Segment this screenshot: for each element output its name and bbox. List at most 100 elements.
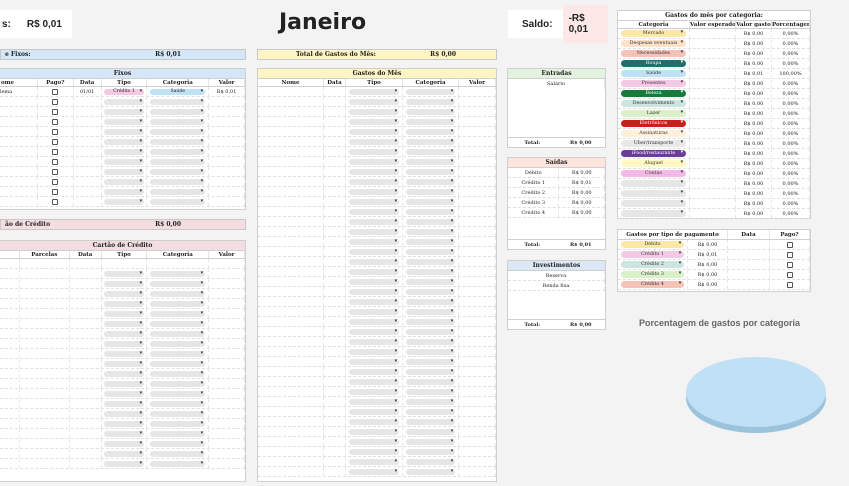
categoria-dropdown[interactable] [150, 148, 206, 155]
tipo-dropdown[interactable] [103, 128, 145, 135]
categoria-dropdown[interactable] [405, 128, 456, 135]
pago-checkbox[interactable] [52, 148, 59, 155]
categoria-dropdown[interactable] [405, 318, 456, 325]
tipo-dropdown[interactable] [103, 450, 145, 457]
tipo-dropdown[interactable] [348, 178, 400, 185]
tipo-dropdown[interactable] [348, 168, 400, 175]
tipo-dropdown[interactable] [103, 320, 145, 327]
tipo-dropdown[interactable] [103, 360, 145, 367]
categoria-dropdown[interactable] [405, 228, 456, 235]
categoria-dropdown[interactable] [150, 270, 206, 277]
categoria-dropdown[interactable] [405, 468, 456, 475]
pago-checkbox[interactable] [786, 281, 793, 288]
tipo-dropdown[interactable] [348, 88, 400, 95]
tipo-dropdown[interactable] [348, 338, 400, 345]
tipo-dropdown[interactable] [348, 318, 400, 325]
pago-checkbox[interactable] [52, 88, 59, 95]
tipo-dropdown[interactable] [103, 188, 145, 195]
categoria-dropdown[interactable] [150, 410, 206, 417]
pago-checkbox[interactable] [52, 158, 59, 165]
categoria-dropdown[interactable] [150, 320, 206, 327]
categoria-dropdown[interactable] [150, 360, 206, 367]
pago-checkbox[interactable] [52, 98, 59, 105]
categoria-dropdown[interactable] [620, 189, 687, 197]
categoria-dropdown[interactable] [405, 438, 456, 445]
categoria-dropdown[interactable] [405, 178, 456, 185]
categoria-dropdown[interactable] [405, 268, 456, 275]
pago-checkbox[interactable] [786, 251, 793, 258]
tipo-dropdown[interactable] [348, 328, 400, 335]
categoria-dropdown[interactable] [150, 108, 206, 115]
tipo-dropdown[interactable] [103, 330, 145, 337]
tipo-dropdown[interactable] [103, 430, 145, 437]
categoria-dropdown[interactable] [405, 298, 456, 305]
categoria-dropdown[interactable] [405, 188, 456, 195]
tipo-dropdown[interactable] [348, 458, 400, 465]
tipo-dropdown[interactable] [348, 188, 400, 195]
categoria-dropdown[interactable] [150, 198, 206, 205]
categoria-dropdown[interactable] [405, 258, 456, 265]
categoria-dropdown[interactable] [620, 209, 687, 217]
tipo-dropdown[interactable] [348, 468, 400, 475]
categoria-dropdown[interactable]: Saúde [620, 69, 687, 77]
categoria-dropdown[interactable] [150, 178, 206, 185]
tipo-dropdown[interactable] [103, 270, 145, 277]
tipo-dropdown[interactable] [103, 390, 145, 397]
tipo-dropdown[interactable] [103, 290, 145, 297]
pago-checkbox[interactable] [52, 128, 59, 135]
tipo-dropdown[interactable] [103, 370, 145, 377]
categoria-dropdown[interactable] [405, 118, 456, 125]
tipo-dropdown[interactable] [103, 350, 145, 357]
categoria-dropdown[interactable] [405, 138, 456, 145]
categoria-dropdown[interactable] [150, 400, 206, 407]
tipo-dropdown[interactable] [348, 238, 400, 245]
categoria-dropdown[interactable] [405, 368, 456, 375]
categoria-dropdown[interactable] [405, 278, 456, 285]
categoria-dropdown[interactable] [150, 430, 206, 437]
categoria-dropdown[interactable] [405, 418, 456, 425]
tipo-dropdown[interactable] [103, 158, 145, 165]
tipo-dropdown[interactable] [348, 418, 400, 425]
categoria-dropdown[interactable]: Necessidades [620, 49, 687, 57]
categoria-dropdown[interactable] [150, 340, 206, 347]
tipo-dropdown[interactable] [348, 368, 400, 375]
categoria-dropdown[interactable] [405, 358, 456, 365]
pagamento-tipo-dropdown[interactable]: Crédito 1 [620, 250, 685, 258]
pago-checkbox[interactable] [786, 261, 793, 268]
categoria-dropdown[interactable] [150, 158, 206, 165]
categoria-dropdown[interactable] [150, 310, 206, 317]
tipo-dropdown[interactable] [103, 380, 145, 387]
tipo-dropdown[interactable] [348, 378, 400, 385]
tipo-dropdown[interactable] [348, 128, 400, 135]
tipo-dropdown[interactable] [348, 268, 400, 275]
categoria-dropdown[interactable]: iFood/restaurante [620, 149, 687, 157]
tipo-dropdown[interactable] [348, 248, 400, 255]
categoria-dropdown[interactable] [150, 440, 206, 447]
categoria-dropdown[interactable] [405, 308, 456, 315]
categoria-dropdown[interactable] [620, 199, 687, 207]
tipo-dropdown[interactable] [348, 108, 400, 115]
categoria-dropdown[interactable]: Contas [620, 169, 687, 177]
categoria-dropdown[interactable] [405, 408, 456, 415]
pago-checkbox[interactable] [52, 108, 59, 115]
categoria-dropdown[interactable]: Mercado [620, 29, 687, 37]
categoria-dropdown[interactable] [405, 108, 456, 115]
tipo-dropdown[interactable] [103, 310, 145, 317]
categoria-dropdown[interactable] [150, 450, 206, 457]
categoria-dropdown[interactable] [150, 330, 206, 337]
pago-checkbox[interactable] [52, 198, 59, 205]
pago-checkbox[interactable] [52, 168, 59, 175]
categoria-dropdown[interactable] [150, 420, 206, 427]
tipo-dropdown[interactable] [348, 158, 400, 165]
categoria-dropdown[interactable] [405, 88, 456, 95]
tipo-dropdown[interactable] [348, 138, 400, 145]
categoria-dropdown[interactable] [405, 288, 456, 295]
categoria-dropdown[interactable] [405, 158, 456, 165]
categoria-dropdown[interactable]: Roupa [620, 59, 687, 67]
categoria-dropdown[interactable] [405, 388, 456, 395]
tipo-dropdown[interactable] [103, 420, 145, 427]
tipo-dropdown[interactable] [348, 218, 400, 225]
categoria-dropdown[interactable]: Beleza [620, 89, 687, 97]
tipo-dropdown[interactable] [348, 258, 400, 265]
pago-checkbox[interactable] [52, 118, 59, 125]
